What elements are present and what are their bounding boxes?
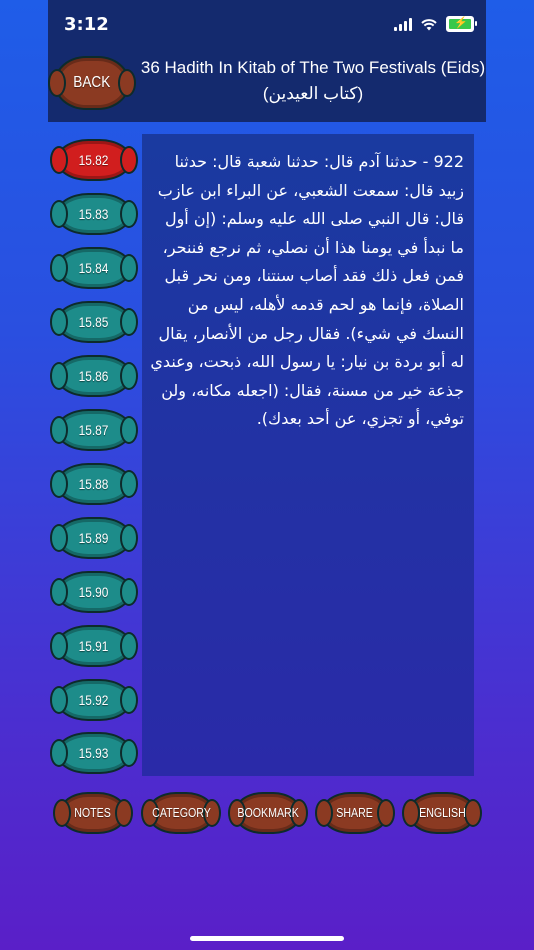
hadith-text: 922 - حدثنا آدم قال: حدثنا شعبة قال: حدث… <box>150 152 464 429</box>
back-button[interactable]: BACK <box>56 58 128 108</box>
status-time: 3:12 <box>64 14 109 35</box>
hadith-item[interactable]: 15.83 <box>58 195 130 233</box>
bookmark-button[interactable]: BOOKMARK <box>236 794 300 832</box>
hadith-item[interactable]: 15.90 <box>58 573 130 611</box>
battery-icon: ⚡ <box>446 16 477 32</box>
hadith-item[interactable]: 15.84 <box>58 249 130 287</box>
category-button[interactable]: CATEGORY <box>149 794 213 832</box>
english-button[interactable]: ENGLISH <box>410 794 474 832</box>
share-button[interactable]: SHARE <box>323 794 387 832</box>
hadith-item[interactable]: 15.93 <box>58 734 130 772</box>
hadith-item[interactable]: 15.86 <box>58 357 130 395</box>
hadith-item[interactable]: 15.87 <box>58 411 130 449</box>
home-indicator[interactable] <box>190 936 344 941</box>
status-icons: ⚡ <box>394 16 477 32</box>
wifi-icon <box>421 18 437 30</box>
hadith-text-panel[interactable]: 922 - حدثنا آدم قال: حدثنا شعبة قال: حدث… <box>142 134 474 776</box>
hadith-item-selected[interactable]: 15.82 <box>58 141 130 179</box>
back-label: BACK <box>73 74 111 91</box>
hadith-item[interactable]: 15.85 <box>58 303 130 341</box>
hadith-item[interactable]: 15.88 <box>58 465 130 503</box>
page-title: 36 Hadith In Kitab of The Two Festivals … <box>140 58 486 77</box>
hadith-item[interactable]: 15.92 <box>58 681 130 719</box>
hadith-item[interactable]: 15.89 <box>58 519 130 557</box>
notes-button[interactable]: NOTES <box>61 794 125 832</box>
signal-icon <box>394 17 412 31</box>
hadith-item[interactable]: 15.91 <box>58 627 130 665</box>
page-subtitle: (كتاب العيدين) <box>262 84 364 103</box>
